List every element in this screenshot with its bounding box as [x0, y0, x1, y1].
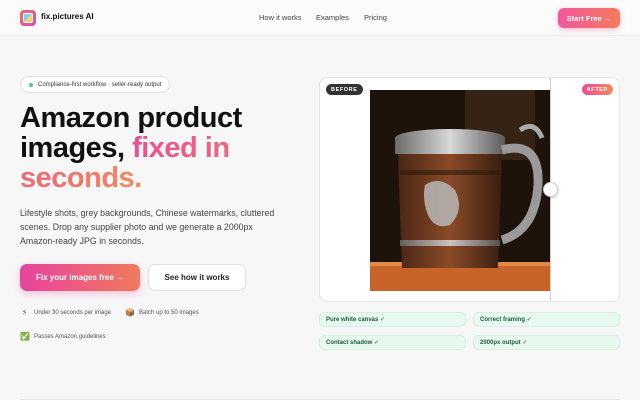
box-icon: 📦 — [125, 308, 135, 317]
product-photo-before — [370, 90, 551, 291]
after-label: AFTER — [581, 84, 613, 95]
fix-images-button[interactable]: Fix your images free → — [20, 264, 140, 291]
hero-subtext: Lifestyle shots, grey backgrounds, Chine… — [20, 208, 275, 246]
after-area — [551, 78, 619, 301]
feature-text: Under 30 seconds per image — [34, 309, 112, 316]
status-dot-icon — [29, 82, 33, 87]
before-after-comparison[interactable]: BEFORE AFTER — [319, 77, 620, 302]
feature-text: Passes Amazon guidelines — [34, 333, 106, 340]
logo-icon[interactable] — [20, 10, 36, 26]
feature-text: Batch up to 50 images — [139, 309, 199, 316]
lightning-icon: ⚡ — [21, 308, 28, 317]
feature-guidelines: ✅ Passes Amazon guidelines — [20, 332, 106, 341]
brand-name[interactable]: fix.pictures AI — [41, 12, 94, 21]
chip-contact-shadow: Contact shadow ✓ — [319, 335, 466, 350]
check-icon: ✅ — [20, 332, 30, 341]
badge-text: Compliance-first workflow · seller-ready… — [38, 81, 162, 88]
see-how-it-works-button[interactable]: See how it works — [148, 264, 246, 291]
chip-white-canvas: Pure white canvas ✓ — [319, 312, 466, 327]
feature-speed: ⚡ Under 30 seconds per image — [20, 308, 111, 317]
feature-batch: 📦 Batch up to 50 images — [125, 308, 199, 317]
tankard-image — [370, 90, 551, 291]
start-free-button[interactable]: Start Free → — [558, 8, 620, 28]
hero-headline: Amazon product images, fixed in seconds. — [20, 103, 310, 193]
top-nav: fix.pictures AI How it works Examples Pr… — [0, 0, 640, 36]
nav-how-it-works[interactable]: How it works — [259, 13, 302, 22]
nav-examples[interactable]: Examples — [316, 13, 349, 22]
nav-pricing[interactable]: Pricing — [364, 13, 387, 22]
comparison-slider-handle[interactable] — [543, 182, 558, 197]
before-label: BEFORE — [326, 84, 363, 95]
chip-correct-framing: Correct framing ✓ — [473, 312, 620, 327]
chip-2000px-output: 2000px output ✓ — [473, 335, 620, 350]
compliance-badge: Compliance-first workflow · seller-ready… — [20, 76, 171, 93]
